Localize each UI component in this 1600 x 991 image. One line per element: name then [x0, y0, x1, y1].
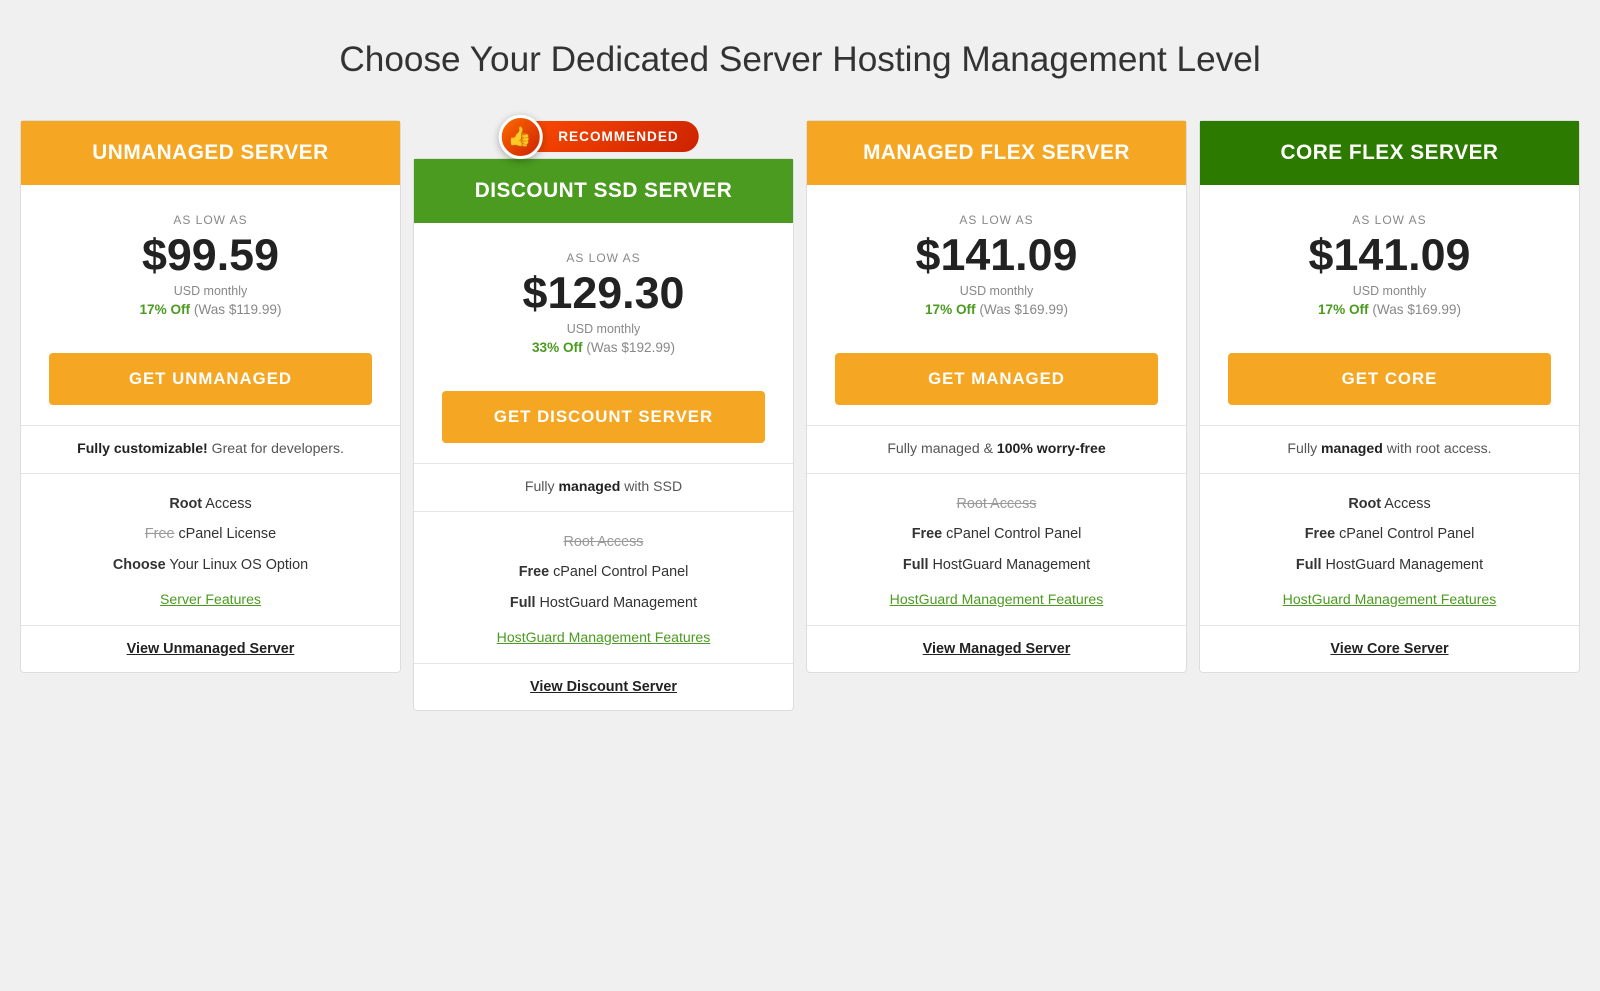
- cta-button-discount-ssd[interactable]: GET DISCOUNT SERVER: [442, 391, 764, 443]
- feature-link-discount-ssd[interactable]: HostGuard Management Features: [430, 629, 777, 645]
- discount-core-flex: 17% Off (Was $169.99): [1216, 302, 1563, 317]
- price-sub-discount-ssd: USD monthly: [430, 322, 777, 336]
- card-desc-managed-flex: Fully managed & 100% worry-free: [807, 425, 1186, 473]
- cta-button-unmanaged[interactable]: GET UNMANAGED: [49, 353, 371, 405]
- card-features-discount-ssd: Root Access Free cPanel Control Panel Fu…: [414, 511, 793, 662]
- card-pricing-core-flex: AS LOW AS $141.09 USD monthly 17% Off (W…: [1200, 185, 1579, 337]
- view-link-managed-flex[interactable]: View Managed Server: [923, 641, 1071, 657]
- feature-item-3-0: Root Access: [1216, 494, 1563, 514]
- card-title-core-flex: CORE FLEX SERVER: [1216, 141, 1563, 165]
- card-features-unmanaged: Root Access Free cPanel License Choose Y…: [21, 473, 400, 624]
- discount-unmanaged: 17% Off (Was $119.99): [37, 302, 384, 317]
- price-sub-unmanaged: USD monthly: [37, 284, 384, 298]
- feature-item-3-2: Full HostGuard Management: [1216, 555, 1563, 575]
- feature-item-1-0: Root Access: [430, 532, 777, 552]
- card-discount-ssd: 👍 RECOMMENDED DISCOUNT SSD SERVER AS LOW…: [413, 158, 794, 711]
- feature-item-0-2: Choose Your Linux OS Option: [37, 555, 384, 575]
- card-header-managed-flex: MANAGED FLEX SERVER: [807, 121, 1186, 185]
- as-low-as-core-flex: AS LOW AS: [1216, 213, 1563, 227]
- recommended-label: RECOMMENDED: [558, 129, 679, 144]
- cta-button-core-flex[interactable]: GET CORE: [1228, 353, 1550, 405]
- card-title-discount-ssd: DISCOUNT SSD SERVER: [430, 179, 777, 203]
- feature-item-2-0: Root Access: [823, 494, 1170, 514]
- card-footer-unmanaged: View Unmanaged Server: [21, 625, 400, 672]
- card-title-managed-flex: MANAGED FLEX SERVER: [823, 141, 1170, 165]
- feature-item-3-1: Free cPanel Control Panel: [1216, 524, 1563, 544]
- feature-link-unmanaged[interactable]: Server Features: [37, 591, 384, 607]
- feature-link-core-flex[interactable]: HostGuard Management Features: [1216, 591, 1563, 607]
- card-desc-unmanaged: Fully customizable! Great for developers…: [21, 425, 400, 473]
- feature-item-0-0: Root Access: [37, 494, 384, 514]
- price-sub-managed-flex: USD monthly: [823, 284, 1170, 298]
- card-title-unmanaged: UNMANAGED SERVER: [37, 141, 384, 165]
- card-core-flex: CORE FLEX SERVER AS LOW AS $141.09 USD m…: [1199, 120, 1580, 673]
- as-low-as-unmanaged: AS LOW AS: [37, 213, 384, 227]
- card-footer-core-flex: View Core Server: [1200, 625, 1579, 672]
- card-pricing-discount-ssd: AS LOW AS $129.30 USD monthly 33% Off (W…: [414, 223, 793, 375]
- discount-managed-flex: 17% Off (Was $169.99): [823, 302, 1170, 317]
- recommended-badge-wrapper: 👍 RECOMMENDED: [508, 121, 699, 152]
- feature-item-1-1: Free cPanel Control Panel: [430, 562, 777, 582]
- view-link-unmanaged[interactable]: View Unmanaged Server: [127, 641, 295, 657]
- card-unmanaged: UNMANAGED SERVER AS LOW AS $99.59 USD mo…: [20, 120, 401, 673]
- as-low-as-managed-flex: AS LOW AS: [823, 213, 1170, 227]
- price-core-flex: $141.09: [1216, 231, 1563, 280]
- thumbs-up-icon: 👍: [498, 115, 542, 159]
- card-header-discount-ssd: DISCOUNT SSD SERVER: [414, 159, 793, 223]
- feature-item-0-1: Free cPanel License: [37, 524, 384, 544]
- page-title: Choose Your Dedicated Server Hosting Man…: [20, 40, 1580, 80]
- card-header-unmanaged: UNMANAGED SERVER: [21, 121, 400, 185]
- feature-item-2-2: Full HostGuard Management: [823, 555, 1170, 575]
- feature-item-2-1: Free cPanel Control Panel: [823, 524, 1170, 544]
- card-pricing-unmanaged: AS LOW AS $99.59 USD monthly 17% Off (Wa…: [21, 185, 400, 337]
- as-low-as-discount-ssd: AS LOW AS: [430, 251, 777, 265]
- card-managed-flex: MANAGED FLEX SERVER AS LOW AS $141.09 US…: [806, 120, 1187, 673]
- recommended-badge: 👍 RECOMMENDED: [508, 121, 699, 152]
- discount-discount-ssd: 33% Off (Was $192.99): [430, 340, 777, 355]
- feature-item-1-2: Full HostGuard Management: [430, 593, 777, 613]
- view-link-discount-ssd[interactable]: View Discount Server: [530, 679, 677, 695]
- card-features-managed-flex: Root Access Free cPanel Control Panel Fu…: [807, 473, 1186, 624]
- card-desc-core-flex: Fully managed with root access.: [1200, 425, 1579, 473]
- price-managed-flex: $141.09: [823, 231, 1170, 280]
- card-features-core-flex: Root Access Free cPanel Control Panel Fu…: [1200, 473, 1579, 624]
- price-unmanaged: $99.59: [37, 231, 384, 280]
- view-link-core-flex[interactable]: View Core Server: [1330, 641, 1448, 657]
- feature-link-managed-flex[interactable]: HostGuard Management Features: [823, 591, 1170, 607]
- card-header-core-flex: CORE FLEX SERVER: [1200, 121, 1579, 185]
- card-pricing-managed-flex: AS LOW AS $141.09 USD monthly 17% Off (W…: [807, 185, 1186, 337]
- card-footer-managed-flex: View Managed Server: [807, 625, 1186, 672]
- card-footer-discount-ssd: View Discount Server: [414, 663, 793, 710]
- cta-button-managed-flex[interactable]: GET MANAGED: [835, 353, 1157, 405]
- price-sub-core-flex: USD monthly: [1216, 284, 1563, 298]
- cards-container: UNMANAGED SERVER AS LOW AS $99.59 USD mo…: [20, 120, 1580, 711]
- price-discount-ssd: $129.30: [430, 269, 777, 318]
- card-desc-discount-ssd: Fully managed with SSD: [414, 463, 793, 511]
